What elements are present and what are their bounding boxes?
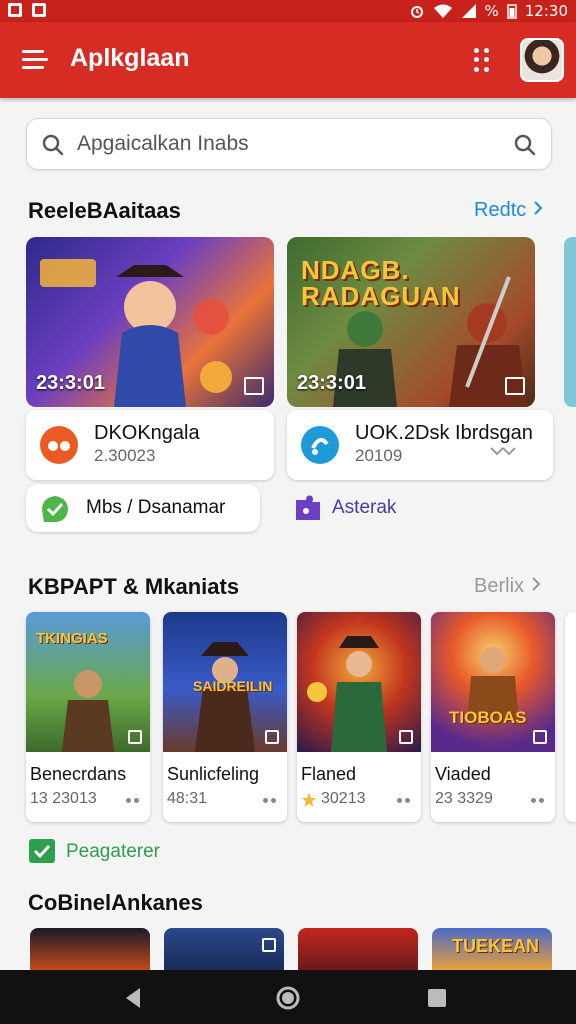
signal-icon <box>461 4 476 18</box>
recent-apps-icon[interactable] <box>426 987 448 1009</box>
chevron-down-icon[interactable] <box>489 446 517 458</box>
app-info-card[interactable]: UOK.2Dsk Ibrdsgan 20109 <box>287 410 553 480</box>
section-more-link[interactable]: Redtc <box>474 199 544 222</box>
battery-text: % <box>484 2 499 20</box>
app-bar: Aplkglaan <box>0 22 576 98</box>
bookmark-icon[interactable] <box>399 730 413 744</box>
battery-icon <box>507 4 517 19</box>
category-chip[interactable]: Mbs / Dsanamar <box>26 484 260 532</box>
more-options-icon[interactable] <box>263 798 279 804</box>
notification-icon <box>8 3 22 17</box>
section-more-link[interactable]: Berlix <box>474 575 542 598</box>
clock: 12:30 <box>524 2 568 20</box>
game-title: Benecrdans <box>30 764 127 784</box>
game-card[interactable]: TUEKEAN <box>432 928 552 970</box>
game-art-title: SAIDREILIN <box>193 678 273 694</box>
check-badge-icon <box>42 496 68 522</box>
game-card[interactable]: Flaned 30213 <box>297 612 421 822</box>
featured-banner[interactable]: NDAGB. RADAGUAN 23:3:01 <box>287 237 535 407</box>
avatar[interactable] <box>520 38 564 82</box>
checkbox-label: Peagaterer <box>66 841 161 862</box>
game-thumbnail: TKINGIAS <box>26 612 150 752</box>
search-bar[interactable]: Apgaicalkan Inabs <box>26 118 552 170</box>
featured-time: 23:3:01 <box>36 372 105 394</box>
bookmark-icon[interactable] <box>262 938 276 952</box>
chevron-right-icon <box>534 201 543 215</box>
game-card-peek <box>565 612 576 822</box>
game-title: Sunlicfeling <box>167 764 260 784</box>
game-thumbnail <box>297 612 421 752</box>
game-value: 23 3329 <box>435 790 493 807</box>
more-options-icon[interactable] <box>126 798 142 804</box>
game-card[interactable]: SAIDREILIN Sunlicfeling 48:31 <box>163 612 287 822</box>
more-options-icon[interactable] <box>531 798 547 804</box>
game-title: Flaned <box>301 764 357 784</box>
section-title: ReeleBAaitaas <box>28 198 181 223</box>
search-icon[interactable] <box>513 133 537 157</box>
game-thumbnail: TIOBOAS <box>431 612 555 752</box>
game-art-title: TIOBOAS <box>449 708 527 727</box>
game-title: Viaded <box>435 764 491 784</box>
game-art-title: NDAGB. RADAGUAN <box>301 255 461 311</box>
back-menu-icon[interactable] <box>18 46 48 74</box>
chevron-right-icon <box>531 577 540 591</box>
game-card[interactable] <box>30 928 150 970</box>
app-name: DKOKngala <box>94 422 200 444</box>
bookmark-icon[interactable] <box>505 377 525 395</box>
game-art-title: TUEKEAN <box>452 936 540 956</box>
section-title: KBPAPT & Mkaniats <box>28 574 240 599</box>
alarm-icon <box>410 6 423 18</box>
bookmark-icon[interactable] <box>244 377 264 395</box>
game-card[interactable]: TIOBOAS Viaded 23 3329 <box>431 612 555 822</box>
game-value: 13 23013 <box>30 790 97 807</box>
app-logo-icon <box>301 426 339 464</box>
search-input[interactable]: Apgaicalkan Inabs <box>77 132 249 156</box>
bookmark-icon[interactable] <box>533 730 547 744</box>
game-value: 48:31 <box>167 790 208 807</box>
checkbox-icon <box>29 839 55 863</box>
app-info-card[interactable]: DKOKngala 2.30023 <box>26 410 274 480</box>
chip-label: Mbs / Dsanamar <box>86 497 226 518</box>
star-icon <box>302 793 316 807</box>
game-card[interactable] <box>298 928 418 970</box>
notification-icon <box>32 3 46 17</box>
featured-time: 23:3:01 <box>297 372 366 394</box>
bookmark-icon[interactable] <box>128 730 142 744</box>
app-title: Aplkglaan <box>70 44 190 72</box>
chip-label: Asterak <box>332 497 397 518</box>
featured-banner-peek <box>564 237 576 407</box>
app-logo-icon <box>40 426 78 464</box>
game-thumbnail: SAIDREILIN <box>163 612 287 752</box>
more-label: Redtc <box>474 199 527 221</box>
game-card[interactable] <box>164 928 284 970</box>
system-nav-bar <box>0 970 576 1024</box>
app-name: UOK.2Dsk Ibrdsgan <box>355 422 533 444</box>
featured-banner[interactable]: 23:3:01 <box>26 237 274 407</box>
home-icon[interactable] <box>275 985 301 1011</box>
game-value: 30213 <box>321 790 366 807</box>
more-label: Berlix <box>474 575 525 597</box>
status-bar: % 12:30 <box>0 0 576 22</box>
wifi-icon <box>433 4 452 18</box>
apps-grid-icon[interactable] <box>474 48 494 72</box>
app-value: 2.30023 <box>94 446 156 465</box>
puzzle-icon <box>296 495 320 520</box>
app-value: 20109 <box>355 446 403 465</box>
section-title: CoBinelAnkanes <box>28 890 203 915</box>
search-icon <box>42 134 64 156</box>
back-icon[interactable] <box>122 986 144 1010</box>
bookmark-icon[interactable] <box>265 730 279 744</box>
game-card[interactable]: TKINGIAS Benecrdans 13 23013 <box>26 612 150 822</box>
more-options-icon[interactable] <box>397 798 413 804</box>
